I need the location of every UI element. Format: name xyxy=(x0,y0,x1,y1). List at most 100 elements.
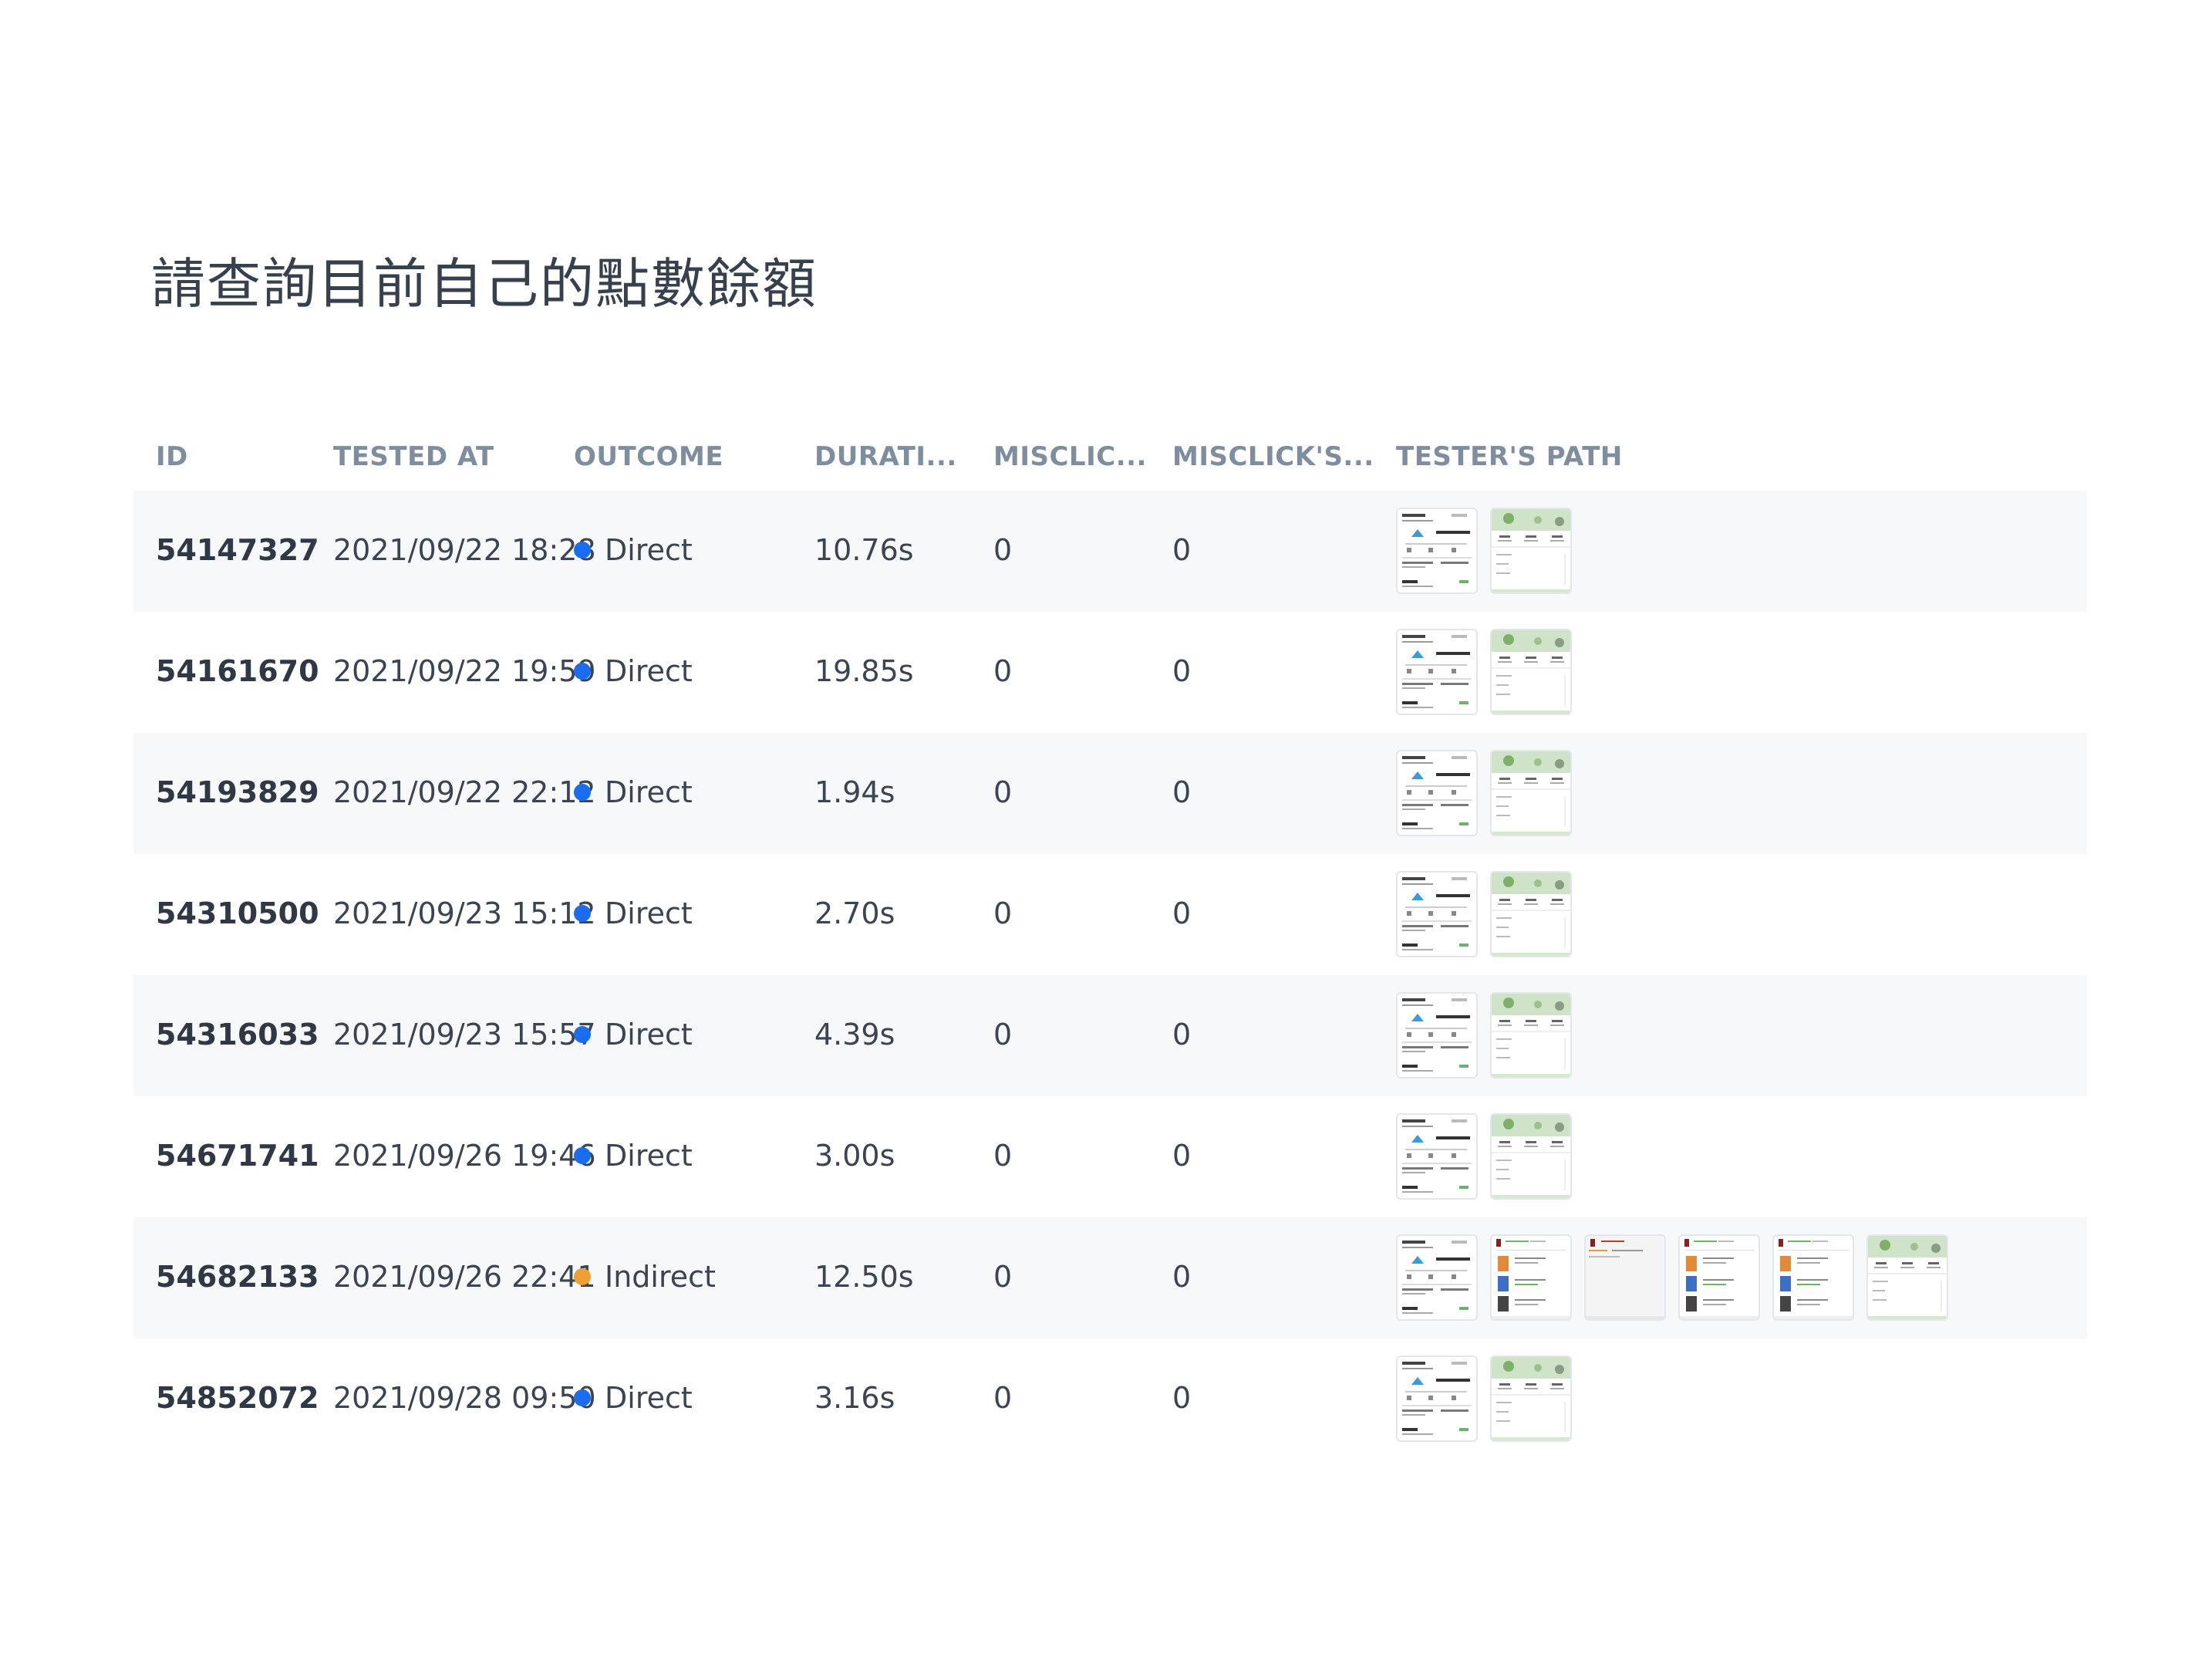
tester-id[interactable]: 54671741 xyxy=(156,1137,319,1174)
table-row[interactable]: 54310500 2021/09/23 15:12 Direct 2.70s 0 0 xyxy=(133,854,2087,975)
testers-path xyxy=(1396,629,1572,715)
screen-thumbnail[interactable] xyxy=(1396,629,1478,715)
tested-at: 2021/09/28 09:50 xyxy=(333,1381,596,1415)
tester-id[interactable]: 54193829 xyxy=(156,774,319,811)
screen-thumbnail[interactable] xyxy=(1490,1234,1572,1321)
tester-id[interactable]: 54161670 xyxy=(156,653,319,690)
duration: 3.16s xyxy=(814,1381,895,1415)
duration: 4.39s xyxy=(814,1018,895,1052)
screen-thumbnail[interactable] xyxy=(1772,1234,1854,1321)
outcome-status-dot-icon xyxy=(574,905,591,922)
screen-thumbnail[interactable] xyxy=(1866,1234,1948,1321)
duration: 2.70s xyxy=(814,896,895,930)
column-header-testers-path[interactable]: TESTER'S PATH xyxy=(1396,441,1623,472)
outcome-status-dot-icon xyxy=(574,784,591,801)
outcome-status-dot-icon xyxy=(574,1389,591,1406)
column-header-misclicks[interactable]: MISCLIC... xyxy=(993,441,1147,472)
table-row[interactable]: 54671741 2021/09/26 19:46 Direct 3.00s 0 0 xyxy=(133,1096,2087,1217)
duration: 19.85s xyxy=(814,654,914,688)
tester-id[interactable]: 54147327 xyxy=(156,532,319,569)
outcome-status-dot-icon xyxy=(574,1026,591,1043)
tested-at: 2021/09/22 19:59 xyxy=(333,654,596,688)
testers-path xyxy=(1396,871,1572,957)
duration: 12.50s xyxy=(814,1260,914,1294)
misclick-rate: 0 xyxy=(1172,1260,1192,1294)
screen-thumbnail[interactable] xyxy=(1396,750,1478,836)
screen-thumbnail[interactable] xyxy=(1396,508,1478,594)
screen-thumbnail[interactable] xyxy=(1490,871,1572,957)
misclicks: 0 xyxy=(993,654,1013,688)
screen-thumbnail[interactable] xyxy=(1396,992,1478,1079)
testers-path xyxy=(1396,1234,1948,1321)
column-header-tested-at[interactable]: TESTED AT xyxy=(333,441,494,472)
page-title: 請查詢目前自己的點數餘額 xyxy=(151,252,818,316)
column-header-misclick-rate[interactable]: MISCLICK'S... xyxy=(1172,441,1374,472)
tested-at: 2021/09/23 15:57 xyxy=(333,1018,596,1052)
outcome: Direct xyxy=(574,774,693,811)
screen-thumbnail[interactable] xyxy=(1490,629,1572,715)
misclick-rate: 0 xyxy=(1172,1139,1192,1173)
column-header-duration[interactable]: DURATI... xyxy=(814,441,957,472)
column-header-id[interactable]: ID xyxy=(156,441,188,472)
outcome-label: Direct xyxy=(605,896,693,930)
outcome: Direct xyxy=(574,1016,693,1053)
screen-thumbnail[interactable] xyxy=(1396,871,1478,957)
outcome-label: Direct xyxy=(605,1139,693,1173)
misclick-rate: 0 xyxy=(1172,775,1192,809)
testers-path xyxy=(1396,1113,1572,1200)
screen-thumbnail[interactable] xyxy=(1396,1355,1478,1442)
tested-at: 2021/09/26 22:41 xyxy=(333,1260,596,1294)
tester-id[interactable]: 54682133 xyxy=(156,1258,319,1295)
table-body: 54147327 2021/09/22 18:28 Direct 10.76s 0 0 54… xyxy=(133,491,2087,1460)
misclicks: 0 xyxy=(993,1381,1013,1415)
screen-thumbnail[interactable] xyxy=(1396,1113,1478,1200)
testers-path xyxy=(1396,750,1572,836)
screen-thumbnail[interactable] xyxy=(1584,1234,1666,1321)
outcome-label: Indirect xyxy=(605,1260,716,1294)
misclicks: 0 xyxy=(993,1260,1013,1294)
screen-thumbnail[interactable] xyxy=(1490,508,1572,594)
outcome-status-dot-icon xyxy=(574,663,591,680)
outcome-label: Direct xyxy=(605,1018,693,1052)
screen-thumbnail[interactable] xyxy=(1396,1234,1478,1321)
testers-path xyxy=(1396,992,1572,1079)
misclick-rate: 0 xyxy=(1172,1381,1192,1415)
table-row[interactable]: 54161670 2021/09/22 19:59 Direct 19.85s 0 0 xyxy=(133,612,2087,733)
table-row[interactable]: 54193829 2021/09/22 22:12 Direct 1.94s 0 0 xyxy=(133,733,2087,854)
outcome-label: Direct xyxy=(605,775,693,809)
outcome: Indirect xyxy=(574,1258,716,1295)
table-row[interactable]: 54682133 2021/09/26 22:41 Indirect 12.50s 0 0 xyxy=(133,1217,2087,1338)
column-header-outcome[interactable]: OUTCOME xyxy=(574,441,723,472)
screen-thumbnail[interactable] xyxy=(1490,1355,1572,1442)
tested-at: 2021/09/23 15:12 xyxy=(333,896,596,930)
table-row[interactable]: 54316033 2021/09/23 15:57 Direct 4.39s 0 0 xyxy=(133,975,2087,1096)
screen-thumbnail[interactable] xyxy=(1490,992,1572,1079)
tested-at: 2021/09/22 18:28 xyxy=(333,533,596,567)
tester-id[interactable]: 54852072 xyxy=(156,1379,319,1416)
outcome: Direct xyxy=(574,653,693,690)
tester-id[interactable]: 54316033 xyxy=(156,1016,319,1053)
outcome: Direct xyxy=(574,532,693,569)
outcome-status-dot-icon xyxy=(574,542,591,559)
tested-at: 2021/09/22 22:12 xyxy=(333,775,596,809)
outcome: Direct xyxy=(574,1137,693,1174)
tester-id[interactable]: 54310500 xyxy=(156,895,319,932)
table-row[interactable]: 54147327 2021/09/22 18:28 Direct 10.76s 0 0 xyxy=(133,491,2087,612)
duration: 1.94s xyxy=(814,775,895,809)
outcome-label: Direct xyxy=(605,1381,693,1415)
screen-thumbnail[interactable] xyxy=(1678,1234,1760,1321)
duration: 10.76s xyxy=(814,533,914,567)
screen-thumbnail[interactable] xyxy=(1490,750,1572,836)
duration: 3.00s xyxy=(814,1139,895,1173)
outcome-label: Direct xyxy=(605,533,693,567)
table-row[interactable]: 54852072 2021/09/28 09:50 Direct 3.16s 0 0 xyxy=(133,1338,2087,1460)
misclick-rate: 0 xyxy=(1172,533,1192,567)
outcome-status-dot-icon xyxy=(574,1147,591,1164)
misclick-rate: 0 xyxy=(1172,654,1192,688)
table-header: ID TESTED AT OUTCOME DURATI... MISCLIC..… xyxy=(133,424,2087,491)
outcome: Direct xyxy=(574,1379,693,1416)
screen-thumbnail[interactable] xyxy=(1490,1113,1572,1200)
testers-path xyxy=(1396,508,1572,594)
tested-at: 2021/09/26 19:46 xyxy=(333,1139,596,1173)
misclicks: 0 xyxy=(993,896,1013,930)
